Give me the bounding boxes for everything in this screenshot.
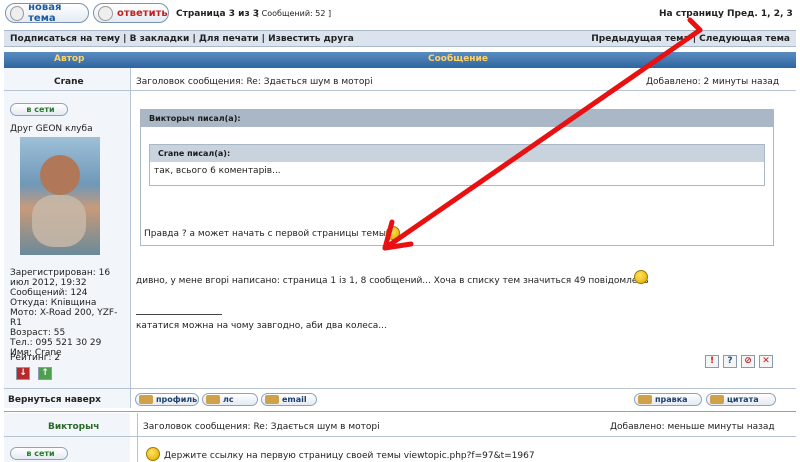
post1-phone: Тел.: 095 521 30 29: [10, 338, 102, 348]
grin-smiley-icon: [146, 447, 160, 461]
quote-icon: [710, 395, 724, 404]
post1-from: Откуда: Кnівщина: [10, 298, 97, 308]
pagination[interactable]: На страницу Пред. 1, 2, 3: [659, 9, 793, 19]
shocked-smiley-icon: [634, 270, 648, 284]
quote-inner-head: Crane писал(а):: [150, 145, 764, 162]
new-topic-icon: [10, 5, 25, 21]
post1-age: Возраст: 55: [10, 328, 66, 338]
signature-divider: [136, 314, 222, 315]
post2-author[interactable]: Викторыч: [48, 422, 99, 432]
pm-button[interactable]: лс: [202, 393, 258, 406]
pm-icon: [206, 395, 220, 404]
post1-subject: Заголовок сообщения: Re: Здається шум в …: [136, 77, 373, 87]
post2-subject: Заголовок сообщения: Re: Здається шум в …: [143, 422, 380, 432]
email-button[interactable]: email: [261, 393, 317, 406]
post1-author[interactable]: Crane: [54, 77, 84, 87]
quote-outer-head: Викторыч писал(а):: [141, 110, 773, 127]
edit-icon: [638, 395, 652, 404]
topic-nav-links[interactable]: Предыдущая тема | Следующая тема: [591, 34, 790, 44]
reply-icon: [98, 5, 113, 21]
post1-body: дивно, у мене вгорі написано: страница 1…: [136, 276, 649, 286]
post2-online-badge: в сети: [10, 447, 68, 460]
quote-outer-text: Правда ? а может начать с первой страниц…: [144, 229, 394, 239]
info-icon[interactable]: ?: [723, 355, 737, 368]
topic-toolbar: Подписаться на тему | В закладки | Для п…: [4, 30, 796, 47]
new-topic-button[interactable]: новая тема: [5, 2, 89, 24]
reply-button[interactable]: ответить: [93, 3, 169, 23]
post1-signature: кататися можна на чому завгодно, аби два…: [136, 321, 387, 331]
quote-outer: Викторыч писал(а): Crane писал(а): так, …: [140, 109, 774, 246]
author-column-header: Автор: [54, 54, 85, 64]
post1-added: Добавлено: 2 минуты назад: [646, 77, 780, 87]
message-count: [ Сообщений: 52 ]: [256, 9, 332, 18]
quote-inner-text: так, всього 6 коментарів...: [154, 166, 281, 176]
post1-user-info: Зарегистрирован: 16 июл 2012, 19:32 Сооб…: [10, 268, 128, 358]
rate-up-icon[interactable]: ↑: [38, 367, 52, 380]
page-info: Страница 3 из 3: [176, 9, 260, 19]
topic-tools-links[interactable]: Подписаться на тему | В закладки | Для п…: [10, 34, 354, 44]
post2-body: Держите ссылку на первую страницу своей …: [164, 451, 535, 461]
profile-button[interactable]: профиль: [135, 393, 199, 406]
post2-added: Добавлено: меньше минуты назад: [610, 422, 775, 432]
message-column-header: Сообщение: [428, 54, 488, 64]
post1-registered: Зарегистрирован: 16 июл 2012, 19:32: [10, 268, 111, 288]
ban-icon[interactable]: ⊘: [741, 355, 755, 368]
post1-online-badge: в сети: [10, 103, 68, 116]
email-icon: [265, 395, 279, 404]
table-header: Автор Сообщение: [4, 52, 796, 68]
post1-messages: Сообщений: 124: [10, 288, 88, 298]
post1-avatar: [20, 137, 100, 255]
back-to-top-link[interactable]: Вернуться наверх: [8, 395, 101, 405]
quote-inner: Crane писал(а): так, всього 6 коментарів…: [149, 144, 765, 186]
edit-button[interactable]: правка: [634, 393, 702, 406]
rate-down-icon[interactable]: ↓: [16, 367, 30, 380]
quote-button[interactable]: цитата: [706, 393, 776, 406]
report-icon[interactable]: !: [705, 355, 719, 368]
delete-icon[interactable]: ✕: [759, 355, 773, 368]
post1-rank: Друг GEON клуба: [10, 124, 93, 134]
profile-icon: [139, 395, 153, 404]
post1-moto: Мото: X-Road 200, YZF-R1: [10, 308, 118, 328]
post1-rating: Рейтинг: 2: [10, 353, 61, 363]
reply-label: ответить: [117, 7, 168, 19]
grin-smiley-icon: [386, 226, 400, 240]
new-topic-label: новая тема: [28, 2, 62, 24]
